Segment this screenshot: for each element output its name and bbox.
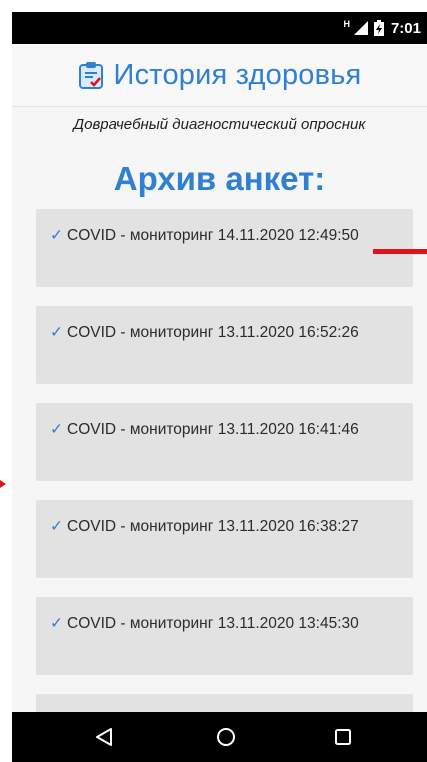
archive-item[interactable]: ✓ COVID - мониторинг 13.11.2020 16:38:27 xyxy=(36,500,413,578)
check-icon: ✓ xyxy=(50,421,63,438)
archive-item[interactable]: ✓ COVID - мониторинг 13.11.2020 16:52:26 xyxy=(36,306,413,384)
archive-item[interactable]: ✓ COVID - мониторинг 13.11.2020 13:45:30 xyxy=(36,597,413,675)
header-title-row: История здоровья xyxy=(12,56,427,94)
recents-square-icon xyxy=(335,729,351,745)
navigation-bar xyxy=(12,712,427,762)
check-icon: ✓ xyxy=(50,324,63,341)
screenshot-frame: H 7:01 История здоровья Доврачебный диаг… xyxy=(0,0,427,762)
section-title: Архив анкет: xyxy=(113,160,326,197)
home-button[interactable] xyxy=(196,712,256,762)
phone-screen: H 7:01 История здоровья Доврачебный диаг… xyxy=(12,12,427,762)
status-time: 7:01 xyxy=(390,19,421,37)
archive-item-label: COVID - мониторинг 13.11.2020 13:45:30 xyxy=(67,615,359,632)
archive-item-label: COVID - мониторинг 13.11.2020 16:41:46 xyxy=(67,421,359,438)
check-icon: ✓ xyxy=(50,615,63,632)
annotation-arrow-right xyxy=(373,249,427,254)
archive-item[interactable]: ✓ COVID - мониторинг 13.11.2020 16:41:46 xyxy=(36,403,413,481)
app-title: История здоровья xyxy=(113,58,362,91)
archive-item-label: COVID - мониторинг 13.11.2020 16:38:27 xyxy=(67,518,359,535)
archive-item-label: COVID - мониторинг 14.11.2020 12:49:50 xyxy=(67,227,359,244)
back-button[interactable] xyxy=(74,712,134,762)
back-triangle-icon xyxy=(96,728,112,746)
archive-item-label: COVID - мониторинг 13.11.2020 16:52:26 xyxy=(67,324,359,341)
home-circle-icon xyxy=(217,728,235,746)
network-type-label: H xyxy=(343,19,350,29)
battery-icon xyxy=(373,20,384,36)
clipboard-check-icon xyxy=(78,62,103,89)
check-icon: ✓ xyxy=(50,518,63,535)
status-bar: H 7:01 xyxy=(12,12,427,44)
annotation-arrow-left xyxy=(0,480,6,488)
check-icon: ✓ xyxy=(50,227,63,244)
status-icons: H 7:01 xyxy=(343,18,421,38)
signal-icon xyxy=(353,21,368,35)
app-header: История здоровья xyxy=(12,44,427,107)
page-subtitle: Доврачебный диагностический опросник xyxy=(73,116,366,133)
archive-item[interactable]: ✓ COVID - мониторинг 14.11.2020 12:49:50 xyxy=(36,209,413,287)
recents-button[interactable] xyxy=(313,712,373,762)
